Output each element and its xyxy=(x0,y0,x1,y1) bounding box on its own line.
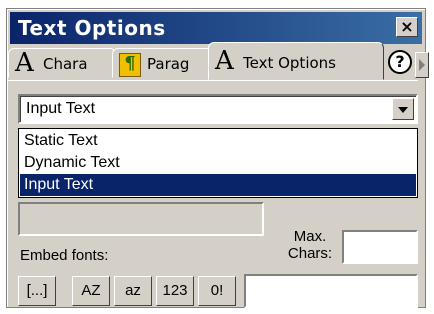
max-chars-label-line2: Chars: xyxy=(287,245,333,262)
max-chars-label-line1: Max. xyxy=(293,228,327,245)
tab-text-options-label: Text Options xyxy=(243,54,336,72)
option-input-text[interactable]: Input Text xyxy=(20,174,416,196)
text-type-options: Static Text Dynamic Text Input Text xyxy=(18,128,418,198)
max-chars-label: Max. Chars: xyxy=(282,228,338,262)
help-button[interactable]: ? xyxy=(386,48,414,78)
tab-divider xyxy=(8,80,418,81)
embed-uppercase-button[interactable]: AZ xyxy=(72,276,110,306)
panel-title: Text Options xyxy=(18,16,166,40)
embed-numbers-button[interactable]: 123 xyxy=(156,276,194,306)
text-character-icon: A xyxy=(15,48,34,78)
text-options-icon: A xyxy=(215,46,234,76)
option-static-text[interactable]: Static Text xyxy=(20,130,416,152)
max-chars-input[interactable] xyxy=(342,230,418,264)
tab-character-label: Chara xyxy=(43,55,88,73)
embed-lowercase-button[interactable]: az xyxy=(114,276,152,306)
close-button[interactable]: × xyxy=(396,17,418,37)
text-type-selected: Input Text xyxy=(26,100,96,117)
tab-character[interactable]: A Chara xyxy=(8,48,116,78)
tab-scroll-right-icon[interactable] xyxy=(415,52,429,78)
tab-strip: A Chara ¶ Parag A Text Options ? xyxy=(8,42,429,80)
tab-paragraph-label: Parag xyxy=(147,55,190,73)
help-icon: ? xyxy=(388,50,412,74)
embed-outlines-button[interactable]: [...] xyxy=(18,276,56,306)
embed-punctuation-button[interactable]: 0! xyxy=(198,276,236,306)
variable-field[interactable] xyxy=(18,202,264,236)
embed-characters-input[interactable] xyxy=(244,274,418,308)
text-type-select[interactable]: Input Text xyxy=(18,94,418,124)
embed-fonts-label: Embed fonts: xyxy=(20,247,109,264)
paragraph-icon: ¶ xyxy=(119,53,141,77)
tab-paragraph[interactable]: ¶ Parag xyxy=(112,48,212,78)
tab-text-options[interactable]: A Text Options xyxy=(208,42,384,80)
option-dynamic-text[interactable]: Dynamic Text xyxy=(20,152,416,174)
title-bar[interactable]: Text Options × xyxy=(10,12,422,44)
chevron-down-icon[interactable] xyxy=(392,98,414,120)
